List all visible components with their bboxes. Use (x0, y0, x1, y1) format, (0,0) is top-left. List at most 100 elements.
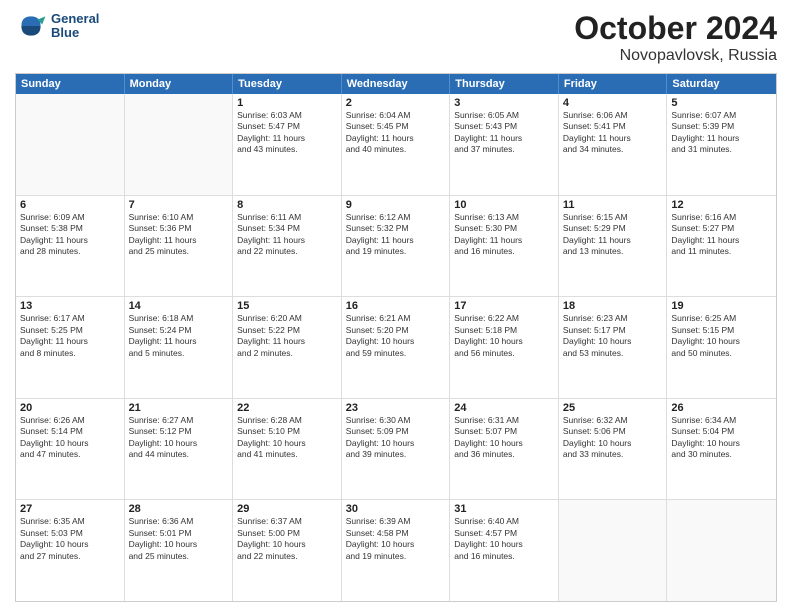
cell-line: Sunrise: 6:15 AM (563, 212, 663, 223)
cell-line: Sunset: 5:43 PM (454, 121, 554, 132)
cell-line: and 56 minutes. (454, 348, 554, 359)
cell-line: Daylight: 11 hours (237, 133, 337, 144)
header: General Blue October 2024 Novopavlovsk, … (15, 10, 777, 65)
day-number: 14 (129, 300, 229, 312)
cell-line: Daylight: 11 hours (671, 133, 772, 144)
cell-line: and 59 minutes. (346, 348, 446, 359)
calendar: SundayMondayTuesdayWednesdayThursdayFrid… (15, 73, 777, 602)
day-number: 23 (346, 402, 446, 414)
day-number: 22 (237, 402, 337, 414)
cell-line: Sunrise: 6:35 AM (20, 516, 120, 527)
calendar-row: 13Sunrise: 6:17 AMSunset: 5:25 PMDayligh… (16, 296, 776, 398)
cell-line: and 28 minutes. (20, 246, 120, 257)
cell-line: and 2 minutes. (237, 348, 337, 359)
cell-line: Sunrise: 6:21 AM (346, 313, 446, 324)
cell-line: Sunset: 5:15 PM (671, 325, 772, 336)
cell-line: Sunset: 5:34 PM (237, 223, 337, 234)
calendar-cell: 7Sunrise: 6:10 AMSunset: 5:36 PMDaylight… (125, 196, 234, 297)
calendar-cell: 1Sunrise: 6:03 AMSunset: 5:47 PMDaylight… (233, 94, 342, 195)
cell-line: Daylight: 10 hours (563, 336, 663, 347)
weekday-header: Tuesday (233, 74, 342, 94)
calendar-header: SundayMondayTuesdayWednesdayThursdayFrid… (16, 74, 776, 94)
cell-line: Sunset: 5:22 PM (237, 325, 337, 336)
cell-line: Sunset: 5:25 PM (20, 325, 120, 336)
cell-line: Sunrise: 6:39 AM (346, 516, 446, 527)
cell-line: Sunset: 5:07 PM (454, 426, 554, 437)
cell-line: and 33 minutes. (563, 449, 663, 460)
cell-line: Sunset: 5:12 PM (129, 426, 229, 437)
day-number: 15 (237, 300, 337, 312)
cell-line: Daylight: 10 hours (346, 539, 446, 550)
cell-line: and 25 minutes. (129, 551, 229, 562)
cell-line: Sunrise: 6:07 AM (671, 110, 772, 121)
calendar-cell: 13Sunrise: 6:17 AMSunset: 5:25 PMDayligh… (16, 297, 125, 398)
cell-line: Daylight: 10 hours (346, 336, 446, 347)
cell-line: Sunrise: 6:18 AM (129, 313, 229, 324)
calendar-cell: 6Sunrise: 6:09 AMSunset: 5:38 PMDaylight… (16, 196, 125, 297)
cell-line: Sunset: 5:27 PM (671, 223, 772, 234)
cell-line: and 11 minutes. (671, 246, 772, 257)
cell-line: Daylight: 11 hours (346, 235, 446, 246)
cell-line: Sunrise: 6:27 AM (129, 415, 229, 426)
cell-line: Sunset: 5:03 PM (20, 528, 120, 539)
cell-line: Sunset: 5:38 PM (20, 223, 120, 234)
cell-line: and 16 minutes. (454, 246, 554, 257)
cell-line: Sunrise: 6:12 AM (346, 212, 446, 223)
day-number: 11 (563, 199, 663, 211)
cell-line: and 39 minutes. (346, 449, 446, 460)
cell-line: and 41 minutes. (237, 449, 337, 460)
calendar-cell: 31Sunrise: 6:40 AMSunset: 4:57 PMDayligh… (450, 500, 559, 601)
day-number: 1 (237, 97, 337, 109)
cell-line: Sunset: 5:17 PM (563, 325, 663, 336)
calendar-body: 1Sunrise: 6:03 AMSunset: 5:47 PMDaylight… (16, 94, 776, 601)
logo-line1: General (51, 12, 99, 26)
calendar-row: 1Sunrise: 6:03 AMSunset: 5:47 PMDaylight… (16, 94, 776, 195)
cell-line: Daylight: 11 hours (454, 235, 554, 246)
cell-line: Daylight: 11 hours (237, 336, 337, 347)
day-number: 21 (129, 402, 229, 414)
calendar-cell: 4Sunrise: 6:06 AMSunset: 5:41 PMDaylight… (559, 94, 668, 195)
cell-line: and 40 minutes. (346, 144, 446, 155)
cell-line: and 36 minutes. (454, 449, 554, 460)
weekday-header: Thursday (450, 74, 559, 94)
weekday-header: Sunday (16, 74, 125, 94)
cell-line: Sunrise: 6:32 AM (563, 415, 663, 426)
cell-line: and 16 minutes. (454, 551, 554, 562)
cell-line: Sunset: 5:47 PM (237, 121, 337, 132)
cell-line: Sunrise: 6:03 AM (237, 110, 337, 121)
day-number: 16 (346, 300, 446, 312)
day-number: 25 (563, 402, 663, 414)
cell-line: Daylight: 10 hours (563, 438, 663, 449)
day-number: 2 (346, 97, 446, 109)
calendar-cell: 30Sunrise: 6:39 AMSunset: 4:58 PMDayligh… (342, 500, 451, 601)
cell-line: Sunset: 5:45 PM (346, 121, 446, 132)
cell-line: and 34 minutes. (563, 144, 663, 155)
cell-line: Daylight: 11 hours (237, 235, 337, 246)
cell-line: Daylight: 11 hours (129, 235, 229, 246)
cell-line: Daylight: 11 hours (20, 235, 120, 246)
cell-line: Sunrise: 6:31 AM (454, 415, 554, 426)
calendar-cell: 3Sunrise: 6:05 AMSunset: 5:43 PMDaylight… (450, 94, 559, 195)
calendar-cell: 10Sunrise: 6:13 AMSunset: 5:30 PMDayligh… (450, 196, 559, 297)
cell-line: Sunset: 5:14 PM (20, 426, 120, 437)
cell-line: Daylight: 10 hours (454, 539, 554, 550)
cell-line: and 22 minutes. (237, 246, 337, 257)
cell-line: Sunrise: 6:37 AM (237, 516, 337, 527)
cell-line: and 19 minutes. (346, 551, 446, 562)
cell-line: Sunset: 5:10 PM (237, 426, 337, 437)
calendar-cell: 11Sunrise: 6:15 AMSunset: 5:29 PMDayligh… (559, 196, 668, 297)
cell-line: Sunset: 5:04 PM (671, 426, 772, 437)
cell-line: Sunrise: 6:11 AM (237, 212, 337, 223)
cell-line: Sunrise: 6:16 AM (671, 212, 772, 223)
cell-line: Sunrise: 6:20 AM (237, 313, 337, 324)
cell-line: and 30 minutes. (671, 449, 772, 460)
weekday-header: Saturday (667, 74, 776, 94)
calendar-cell: 5Sunrise: 6:07 AMSunset: 5:39 PMDaylight… (667, 94, 776, 195)
cell-line: Sunset: 5:30 PM (454, 223, 554, 234)
cell-line: Sunset: 5:20 PM (346, 325, 446, 336)
calendar-cell: 27Sunrise: 6:35 AMSunset: 5:03 PMDayligh… (16, 500, 125, 601)
logo-icon (15, 10, 47, 42)
weekday-header: Monday (125, 74, 234, 94)
cell-line: and 37 minutes. (454, 144, 554, 155)
cell-line: and 47 minutes. (20, 449, 120, 460)
